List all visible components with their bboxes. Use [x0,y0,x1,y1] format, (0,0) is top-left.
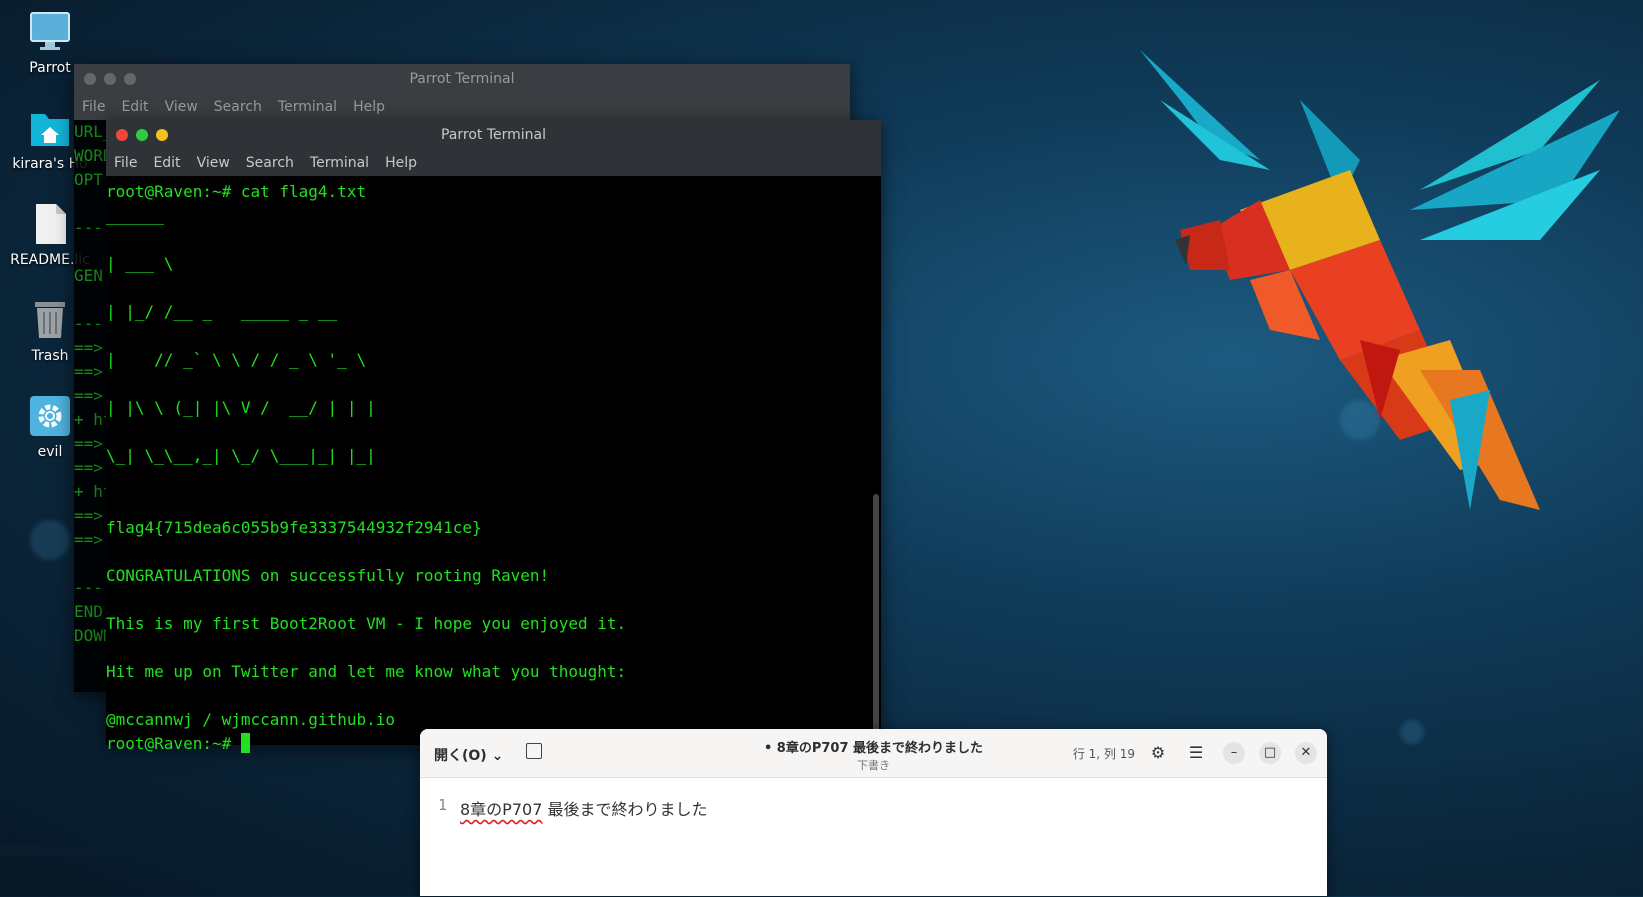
monitor-icon [28,10,72,54]
terminal-line: \_| \_\__,_| \_/ \___|_| |_| [106,446,376,465]
misspelled-text: 8章のP707 [460,800,543,819]
terminal-prompt: root@Raven:~# [106,734,241,753]
close-button[interactable]: ✕ [1295,742,1317,764]
settings-icon [28,394,72,438]
minimize-button[interactable]: – [1223,742,1245,764]
trash-icon [28,298,72,342]
terminal-line: | ___ \ [106,254,174,273]
settings-gear-icon[interactable]: ⚙ [1147,742,1169,764]
titlebar[interactable]: Parrot Terminal [74,64,850,94]
hamburger-menu-icon[interactable]: ☰ [1185,742,1207,764]
terminal-output[interactable]: root@Raven:~# cat flag4.txt ______ | ___ \… [106,176,881,756]
text-editor-window[interactable]: 開く(O) ⌄ • 8章のP707 最後まで終わりました 下書き 行 1, 列 … [420,729,1327,896]
menu-terminal[interactable]: Terminal [278,99,337,115]
document-icon [28,202,72,246]
menu-edit[interactable]: Edit [121,99,148,115]
terminal-line: | |\ \ (_| |\ V / __/ | | | [106,398,376,417]
menubar: File Edit View Search Terminal Help [74,94,850,120]
menu-terminal[interactable]: Terminal [310,155,369,171]
editor-headerbar: 開く(O) ⌄ • 8章のP707 最後まで終わりました 下書き 行 1, 列 … [420,729,1327,778]
menu-file[interactable]: File [114,155,137,171]
terminal-line: flag4{715dea6c055b9fe3337544932f2941ce} [106,518,482,537]
terminal-line: Hit me up on Twitter and let me know wha… [106,662,627,681]
menu-search[interactable]: Search [214,99,262,115]
editor-text[interactable]: 8章のP707 最後まで終わりました [460,796,707,820]
text-cursor [240,733,250,753]
terminal-line: This is my first Boot2Root VM - I hope y… [106,614,627,633]
window-title: Parrot Terminal [409,71,515,87]
menu-view[interactable]: View [165,99,198,115]
editor-text-area[interactable]: 1 8章のP707 最後まで終わりました [420,778,1327,897]
scrollbar[interactable] [873,494,879,744]
titlebar[interactable]: Parrot Terminal [106,120,881,150]
menu-edit[interactable]: Edit [153,155,180,171]
menu-help[interactable]: Help [353,99,385,115]
terminal-window-front[interactable]: Parrot Terminal File Edit View Search Te… [106,120,881,753]
menu-file[interactable]: File [82,99,105,115]
window-title: Parrot Terminal [440,127,547,143]
menubar: File Edit View Search Terminal Help [106,150,881,176]
cursor-position[interactable]: 行 1, 列 19 [1073,745,1135,762]
terminal-line: CONGRATULATIONS on successfully rooting … [106,566,550,585]
menu-search[interactable]: Search [246,155,294,171]
terminal-line: root@Raven:~# cat flag4.txt [106,182,367,201]
terminal-line: | |_/ /__ _ _____ _ __ [106,302,338,321]
maximize-button[interactable]: □ [1259,742,1281,764]
menu-view[interactable]: View [197,155,230,171]
terminal-line: | // _` \ \ / / _ \ '_ \ [106,350,367,369]
taskbar-fragment [0,846,245,856]
home-folder-icon [28,106,72,150]
editor-text-rest: 最後まで終わりました [542,800,708,819]
parrot-wallpaper-logo [1140,50,1620,510]
terminal-line: ______ [106,206,164,225]
menu-help[interactable]: Help [385,155,417,171]
line-number: 1 [438,796,448,814]
